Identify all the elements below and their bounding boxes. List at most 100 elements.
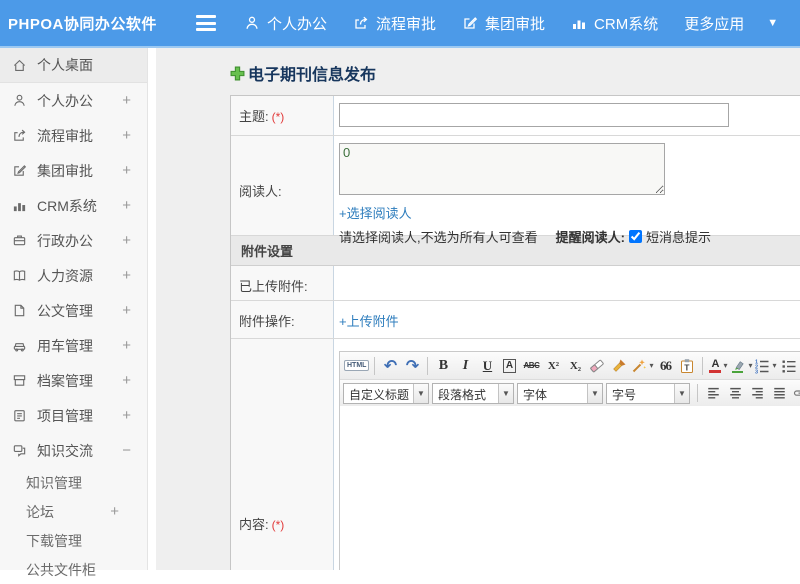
format-brush-button[interactable] [608, 355, 630, 377]
expand-toggle[interactable]: + [122, 337, 131, 354]
nav-crm-system[interactable]: CRM系统 [571, 13, 658, 34]
highlighter-icon [730, 358, 746, 374]
select-readers-link[interactable]: +选择阅读人 [339, 203, 412, 222]
menu-toggle-icon[interactable] [196, 15, 216, 31]
sidebar-item-hr[interactable]: 人力资源 + [0, 258, 147, 293]
nav-workflow-approval[interactable]: 流程审批 [353, 13, 436, 34]
svg-text:3: 3 [755, 369, 758, 374]
justify-icon [772, 386, 787, 400]
sidebar-item-workflow-approval[interactable]: 流程审批 + [0, 118, 147, 153]
custom-title-select[interactable]: 自定义标题▼ [343, 383, 429, 404]
editor-content-area[interactable] [340, 406, 800, 570]
font-color-button[interactable]: A▾ [707, 355, 729, 377]
highlight-color-button[interactable]: ▾ [729, 355, 753, 377]
required-mark: (*) [272, 518, 285, 532]
undo-button[interactable]: ↶ [379, 355, 401, 377]
uploaded-files-area [334, 266, 800, 300]
expand-toggle[interactable]: + [110, 503, 119, 520]
sms-remind-checkbox[interactable] [629, 230, 642, 243]
form-row-subject: 主题:(*) [231, 96, 800, 136]
paragraph-format-select[interactable]: 段落格式▼ [432, 383, 514, 404]
publish-form: 主题:(*) 阅读人: 0 +选择阅读人 请选择阅读人,不选为所有人可查看 提醒… [230, 95, 800, 570]
strikethrough-button[interactable]: ABC [520, 355, 542, 377]
paste-plain-text-button[interactable]: T [676, 355, 698, 377]
sidebar-item-group-approval[interactable]: 集团审批 + [0, 153, 147, 188]
align-right-icon [750, 386, 765, 400]
redo-button[interactable]: ↷ [401, 355, 423, 377]
form-row-content: 内容:(*) HTML ↶ ↷ B I U A ABC [231, 339, 800, 570]
sidebar-item-personal-office[interactable]: 个人办公 + [0, 83, 147, 118]
insert-link-button[interactable] [790, 382, 800, 404]
font-size-select[interactable]: 字号▼ [606, 383, 690, 404]
archive-icon [12, 373, 28, 389]
underline-button[interactable]: U [476, 355, 498, 377]
nav-group-approval[interactable]: 集团审批 [462, 13, 545, 34]
subscript-button[interactable]: X₂ [564, 355, 586, 377]
document-icon [12, 303, 28, 319]
caret-down-icon: ▼ [767, 17, 778, 29]
edit-square-icon [462, 15, 478, 31]
top-header: PHPOA协同办公软件 个人办公 流程审批 集团审批 CRM系统 更多应用 ▼ [0, 0, 800, 48]
sidebar-item-crm[interactable]: CRM系统 + [0, 188, 147, 223]
sidebar-item-vehicle-mgmt[interactable]: 用车管理 + [0, 328, 147, 363]
bar-chart-icon [571, 15, 587, 31]
expand-toggle[interactable]: + [122, 92, 131, 109]
eraser-icon [589, 358, 605, 374]
car-icon [12, 338, 28, 354]
expand-toggle[interactable]: + [122, 267, 131, 284]
italic-button[interactable]: I [454, 355, 476, 377]
clipboard-icon: T [679, 358, 695, 374]
unordered-list-button[interactable] [778, 355, 800, 377]
align-left-icon [706, 386, 721, 400]
sidebar-subitem-knowledge-mgmt[interactable]: 知识管理 [0, 468, 147, 497]
expand-toggle[interactable]: + [122, 162, 131, 179]
sidebar-item-document-mgmt[interactable]: 公文管理 + [0, 293, 147, 328]
align-center-button[interactable] [724, 382, 746, 404]
collapse-toggle[interactable]: − [122, 442, 131, 459]
readers-textarea[interactable]: 0 [339, 143, 665, 195]
justify-button[interactable] [768, 382, 790, 404]
ordered-list-button[interactable]: 123▾ [753, 355, 777, 377]
blockquote-button[interactable]: 66 [654, 355, 676, 377]
sidebar-item-knowledge-exchange[interactable]: 知识交流 − [0, 433, 147, 468]
caret-down-icon: ▾ [748, 361, 752, 370]
caret-down-icon: ▼ [413, 384, 428, 403]
form-row-uploaded: 已上传附件: [231, 266, 800, 301]
page-title: 电子期刊信息发布 [230, 61, 376, 85]
sidebar-item-personal-desktop[interactable]: 个人桌面 [0, 48, 147, 83]
expand-toggle[interactable]: + [122, 302, 131, 319]
plus-icon [230, 66, 245, 81]
sidebar-item-archive-mgmt[interactable]: 档案管理 + [0, 363, 147, 398]
caret-down-icon: ▼ [498, 384, 513, 403]
expand-toggle[interactable]: + [122, 127, 131, 144]
expand-toggle[interactable]: + [122, 407, 131, 424]
html-source-button[interactable]: HTML [343, 355, 370, 377]
sidebar-item-project-mgmt[interactable]: 项目管理 + [0, 398, 147, 433]
subject-input[interactable] [339, 103, 729, 127]
superscript-button[interactable]: X² [542, 355, 564, 377]
align-left-button[interactable] [702, 382, 724, 404]
required-mark: (*) [272, 110, 285, 124]
undo-icon: ↶ [384, 356, 397, 376]
eraser-button[interactable] [586, 355, 608, 377]
svg-text:T: T [685, 362, 691, 372]
expand-toggle[interactable]: + [122, 197, 131, 214]
autotypeset-button[interactable]: ▾ [630, 355, 654, 377]
link-icon [793, 385, 800, 401]
caret-down-icon: ▾ [723, 361, 727, 370]
align-right-button[interactable] [746, 382, 768, 404]
caret-down-icon: ▼ [587, 384, 602, 403]
sidebar-subitem-forum[interactable]: 论坛 + [0, 497, 147, 526]
expand-toggle[interactable]: + [122, 232, 131, 249]
nav-more-apps[interactable]: 更多应用 ▼ [684, 13, 778, 34]
font-family-select[interactable]: 字体▼ [517, 383, 603, 404]
upload-attachment-link[interactable]: +上传附件 [339, 311, 399, 330]
sidebar-item-admin-office[interactable]: 行政办公 + [0, 223, 147, 258]
user-icon [244, 15, 260, 31]
nav-personal-office[interactable]: 个人办公 [244, 13, 327, 34]
bold-button[interactable]: B [432, 355, 454, 377]
app-brand: PHPOA协同办公软件 [0, 13, 196, 34]
font-border-button[interactable]: A [498, 355, 520, 377]
sidebar-subitem-download-mgmt[interactable]: 下载管理 [0, 526, 147, 555]
expand-toggle[interactable]: + [122, 372, 131, 389]
